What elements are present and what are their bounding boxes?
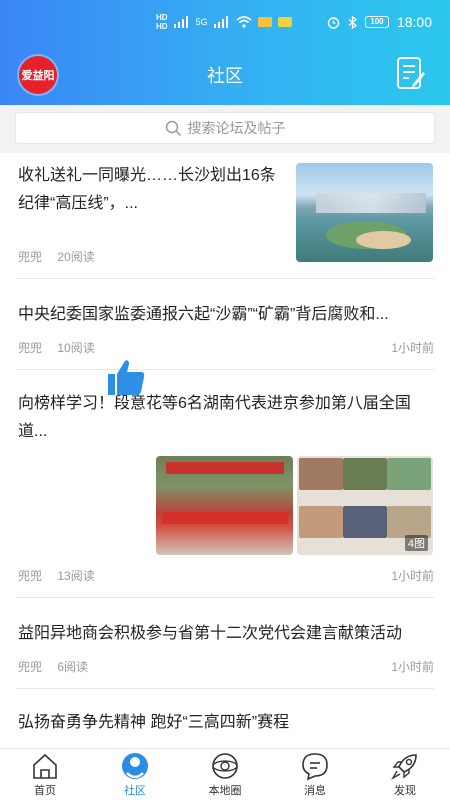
portrait xyxy=(387,458,431,490)
post-reads: 6阅读 xyxy=(57,660,89,674)
post-reads: 20阅读 xyxy=(57,250,95,264)
community-icon xyxy=(122,753,148,779)
post-meta: 兜兜 6阅读 xyxy=(18,658,100,675)
status-bar: HD HD 5G 100 18:00 xyxy=(0,0,450,48)
network-tags: HD HD xyxy=(156,13,168,31)
like-float-icon[interactable] xyxy=(104,355,148,399)
post-title-line-1: 向榜样学习！段意花等6名湖南代表进京参加第八届全国 xyxy=(18,395,411,412)
post-reads: 10阅读 xyxy=(57,341,95,355)
header-bar: HD HD 5G 100 18:00 爱益阳 社区 xyxy=(0,0,450,105)
wifi-icon xyxy=(236,16,252,28)
tab-home[interactable]: 首页 xyxy=(0,749,90,800)
post-thumbnail[interactable] xyxy=(296,163,433,262)
home-icon xyxy=(33,753,57,779)
post-image-banner-photo[interactable] xyxy=(156,456,293,555)
thumbnail-sand xyxy=(356,231,411,249)
post-author: 兜兜 xyxy=(18,660,43,674)
portrait xyxy=(387,506,431,538)
compose-icon[interactable] xyxy=(396,56,426,90)
post-meta: 兜兜 10阅读 xyxy=(18,339,107,356)
photo-banner-2 xyxy=(162,512,288,524)
bluetooth-icon xyxy=(348,15,357,29)
portrait xyxy=(343,458,387,490)
tab-label: 消息 xyxy=(304,785,326,797)
post-title-line-1: 弘扬奋勇争先精神 跑好“三高四新”赛程 xyxy=(18,714,290,731)
signal-label: 5G xyxy=(195,17,208,27)
photo-banner xyxy=(166,462,284,474)
notification-app-icon-2 xyxy=(277,17,292,27)
hd-tag-1: HD xyxy=(156,13,168,22)
post-author: 兜兜 xyxy=(18,341,43,355)
battery-icon: 100 xyxy=(364,16,389,28)
search-placeholder: 搜索论坛及帖子 xyxy=(187,120,286,136)
signal-icon xyxy=(173,16,188,28)
alarm-icon xyxy=(327,16,340,29)
page-title: 社区 xyxy=(207,66,243,86)
post-meta: 兜兜 20阅读 xyxy=(18,248,107,265)
post-image-portraits[interactable]: 4图 xyxy=(297,456,433,555)
post-time: 1小时前 xyxy=(391,569,434,583)
post-title-line-2: 纪律“高压线”，... xyxy=(18,195,138,212)
portrait xyxy=(299,458,343,490)
status-time: 18:00 xyxy=(396,14,432,30)
post-item[interactable]: 弘扬奋勇争先精神 跑好“三高四新”赛程 xyxy=(0,689,450,748)
post-feed[interactable]: 收礼送礼一同曝光……长沙划出16条 纪律“高压线”，... 兜兜 20阅读 中央… xyxy=(0,153,450,748)
bottom-tab-bar: 首页 社区 本地圈 消息 发现 xyxy=(0,748,450,800)
message-icon xyxy=(302,753,328,781)
tab-community[interactable]: 社区 xyxy=(90,749,180,800)
post-item[interactable]: 收礼送礼一同曝光……长沙划出16条 纪律“高压线”，... 兜兜 20阅读 xyxy=(0,153,450,279)
post-image-group[interactable]: 4图 xyxy=(156,456,433,555)
post-title-line-2: 道... xyxy=(18,423,48,440)
post-time: 1小时前 xyxy=(391,660,434,674)
tab-label: 社区 xyxy=(124,785,146,797)
tab-label: 本地圈 xyxy=(208,785,242,797)
post-title-line-1: 收礼送礼一同曝光……长沙划出16条 xyxy=(18,167,276,184)
post-author: 兜兜 xyxy=(18,569,43,583)
post-item[interactable]: 向榜样学习！段意花等6名湖南代表进京参加第八届全国 道... 4图 兜兜 13阅… xyxy=(0,370,450,598)
tab-local-circle[interactable]: 本地圈 xyxy=(180,749,270,800)
tab-discover[interactable]: 发现 xyxy=(360,749,450,800)
status-right: 100 18:00 xyxy=(327,14,432,30)
tab-messages[interactable]: 消息 xyxy=(270,749,360,800)
signal-icon-2 xyxy=(213,16,228,28)
tab-label: 发现 xyxy=(394,785,416,797)
status-left: HD HD 5G xyxy=(156,13,292,31)
post-author: 兜兜 xyxy=(18,250,43,264)
post-title-line-1: 中央纪委国家监委通报六起“沙霸”“矿霸”背后腐败和... xyxy=(18,306,389,323)
notification-app-icon xyxy=(257,17,272,27)
image-count-badge: 4图 xyxy=(404,535,428,551)
search-icon xyxy=(165,120,181,136)
post-item[interactable]: 中央纪委国家监委通报六起“沙霸”“矿霸”背后腐败和... 兜兜 10阅读 1小时… xyxy=(0,279,450,370)
tab-label: 首页 xyxy=(34,785,56,797)
hd-tag-2: HD xyxy=(156,22,168,31)
post-time: 1小时前 xyxy=(391,341,434,355)
portrait xyxy=(299,506,343,538)
local-circle-icon xyxy=(212,753,238,779)
search-area: 搜索论坛及帖子 xyxy=(0,105,450,153)
portrait xyxy=(343,506,387,538)
thumbnail-city xyxy=(316,193,426,213)
post-title-line-1: 益阳异地商会积极参与省第十二次党代会建言献策活动 xyxy=(18,625,403,642)
post-item[interactable]: 益阳异地商会积极参与省第十二次党代会建言献策活动 兜兜 6阅读 1小时前 xyxy=(0,598,450,689)
post-meta: 兜兜 13阅读 xyxy=(18,567,107,584)
post-reads: 13阅读 xyxy=(57,569,95,583)
rocket-icon xyxy=(391,754,417,780)
search-input[interactable]: 搜索论坛及帖子 xyxy=(15,112,435,144)
